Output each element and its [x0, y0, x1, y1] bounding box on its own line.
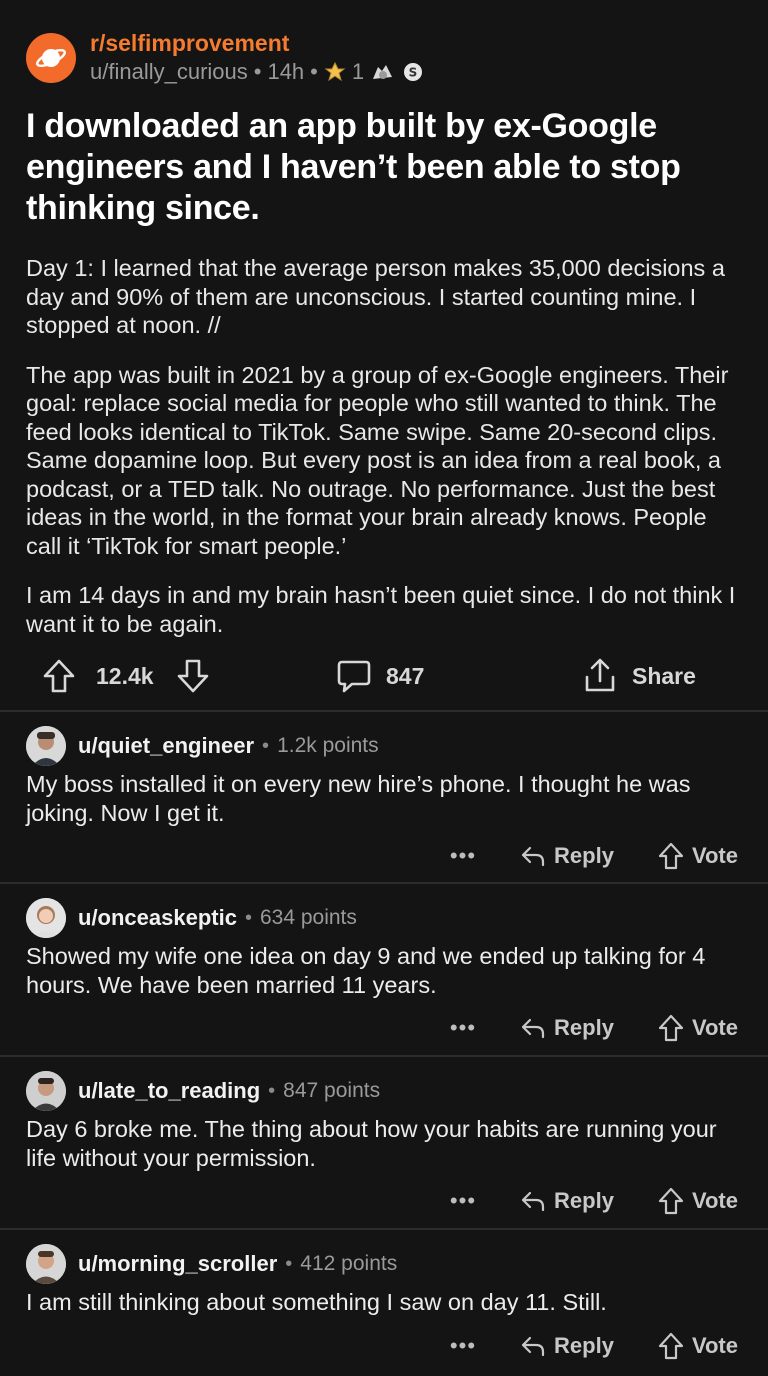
comment: u/morning_scroller • 412 points I am sti… — [0, 1244, 768, 1376]
reply-button[interactable]: Reply — [520, 1188, 614, 1214]
vote-label: Vote — [691, 1015, 738, 1040]
vote-button[interactable]: Vote — [658, 1332, 738, 1360]
post-paragraph: I am 14 days in and my brain hasn’t been… — [26, 582, 736, 637]
avatar[interactable] — [26, 726, 66, 766]
vote-button[interactable]: Vote — [658, 842, 738, 870]
post-age: 14h — [267, 59, 305, 84]
separator: • — [253, 59, 262, 84]
comment-points: 1.2k points — [277, 734, 379, 757]
comment-username[interactable]: u/morning_scroller — [78, 1251, 277, 1277]
reply-label: Reply — [554, 1015, 614, 1040]
reply-icon — [521, 1336, 545, 1357]
separator: • — [310, 59, 318, 84]
reply-icon — [521, 1191, 545, 1212]
silver-award-icon: S — [404, 63, 423, 81]
subreddit-name[interactable]: r/selfimprovement — [90, 30, 424, 56]
vote-button[interactable]: Vote — [658, 1014, 738, 1042]
upvote-button[interactable] — [42, 652, 76, 700]
avatar[interactable] — [26, 1071, 66, 1111]
comment: u/late_to_reading • 847 points Day 6 bro… — [0, 1071, 768, 1227]
more-icon[interactable]: ••• — [450, 843, 476, 869]
award-count: 1 — [351, 59, 365, 84]
upvote-icon — [658, 1332, 684, 1360]
vote-button[interactable]: Vote — [658, 1187, 738, 1215]
hands-award-icon — [373, 65, 393, 79]
divider — [0, 882, 768, 884]
reply-button[interactable]: Reply — [520, 1015, 614, 1041]
avatar[interactable] — [26, 1244, 66, 1284]
post-action-bar: 12.4k 847 Share — [26, 652, 726, 700]
comment: u/quiet_engineer • 1.2k points My boss i… — [0, 726, 768, 882]
award-icon — [324, 61, 346, 82]
upvote-icon — [658, 1014, 684, 1042]
subreddit-avatar[interactable] — [26, 33, 76, 83]
upvote-icon — [658, 842, 684, 870]
share-icon — [585, 658, 615, 692]
vote-label: Vote — [691, 1188, 738, 1213]
post-header: r/selfimprovement u/finally_curious • 14… — [26, 30, 424, 86]
comment-points: 847 points — [283, 1079, 381, 1102]
upvote-icon — [658, 1187, 684, 1215]
comments-button[interactable]: 847 — [336, 652, 424, 700]
post-title: I downloaded an app built by ex-Google e… — [26, 107, 681, 227]
reply-label: Reply — [554, 1333, 614, 1358]
reply-button[interactable]: Reply — [520, 1333, 614, 1359]
comment-username[interactable]: u/late_to_reading — [78, 1078, 260, 1104]
divider — [0, 1228, 768, 1230]
reply-label: Reply — [554, 1188, 614, 1213]
divider — [0, 710, 768, 712]
more-icon[interactable]: ••• — [450, 1188, 476, 1214]
separator: • — [268, 1079, 276, 1102]
more-icon[interactable]: ••• — [450, 1333, 476, 1359]
upvote-icon — [43, 659, 75, 693]
comment-text: My boss installed it on every new hire’s… — [26, 771, 691, 826]
comment-points: 634 points — [259, 906, 357, 929]
comment-text: Showed my wife one idea on day 9 and we … — [26, 943, 706, 998]
comment: u/onceaskeptic • 634 points Showed my wi… — [0, 898, 768, 1054]
downvote-icon — [177, 659, 209, 693]
post-paragraph: Day 1: I learned that the average person… — [26, 255, 725, 338]
post-author[interactable]: u/finally_curious — [90, 58, 248, 86]
reply-button[interactable]: Reply — [520, 843, 614, 869]
avatar[interactable] — [26, 898, 66, 938]
separator: • — [262, 734, 270, 757]
comment-count: 847 — [386, 662, 425, 689]
divider — [0, 1055, 768, 1057]
downvote-button[interactable] — [176, 652, 210, 700]
comment-text: Day 6 broke me. The thing about how your… — [26, 1116, 717, 1171]
reply-label: Reply — [554, 843, 614, 868]
vote-label: Vote — [691, 1333, 738, 1358]
post-body: Day 1: I learned that the average person… — [26, 254, 746, 659]
reply-icon — [521, 846, 545, 867]
more-icon[interactable]: ••• — [450, 1015, 476, 1041]
vote-label: Vote — [691, 843, 738, 868]
comment-username[interactable]: u/quiet_engineer — [78, 733, 254, 759]
svg-text:S: S — [409, 66, 418, 80]
post-paragraph: The app was built in 2021 by a group of … — [26, 361, 729, 559]
comment-username[interactable]: u/onceaskeptic — [78, 905, 237, 931]
planet-icon — [35, 48, 67, 68]
share-button[interactable]: Share — [582, 652, 696, 700]
comment-text: I am still thinking about something I sa… — [26, 1289, 607, 1315]
separator: • — [244, 906, 252, 929]
comment-icon — [337, 660, 371, 693]
reply-icon — [521, 1018, 545, 1039]
award-badge[interactable] — [324, 61, 346, 83]
vote-count: 12.4k — [96, 662, 154, 689]
share-label: Share — [632, 662, 696, 689]
separator: • — [285, 1252, 293, 1275]
comment-points: 412 points — [300, 1252, 398, 1275]
